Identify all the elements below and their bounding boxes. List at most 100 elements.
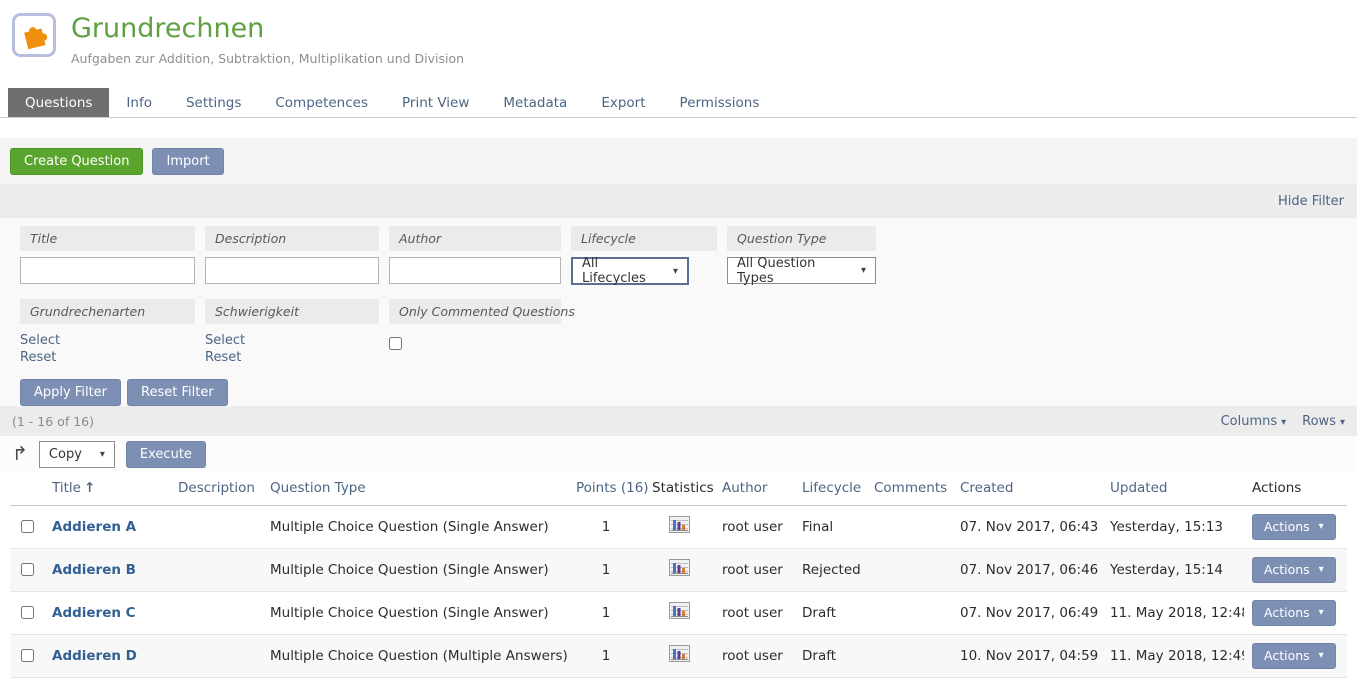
question-points: 1 <box>568 591 644 634</box>
question-type-select-value: All Question Types <box>737 256 852 286</box>
sort-ascending-icon: ↑ <box>84 480 95 496</box>
question-updated: 11. May 2018, 12:48 <box>1102 591 1244 634</box>
tab-metadata[interactable]: Metadata <box>486 88 584 117</box>
tab-settings[interactable]: Settings <box>169 88 258 117</box>
row-checkbox[interactable] <box>21 520 34 533</box>
statistics-icon[interactable] <box>669 645 690 662</box>
reset-filter-button[interactable]: Reset Filter <box>127 379 228 406</box>
row-actions-button[interactable]: Actions ▾ <box>1252 643 1336 669</box>
filter-author-input[interactable] <box>389 257 561 284</box>
page-subtitle: Aufgaben zur Addition, Subtraktion, Mult… <box>71 51 464 66</box>
table-body: Addieren A Multiple Choice Question (Sin… <box>10 505 1347 677</box>
filter-label-schwierigkeit: Schwierigkeit <box>205 299 379 324</box>
chevron-down-icon: ▾ <box>1319 607 1324 618</box>
execute-button[interactable]: Execute <box>126 441 206 468</box>
apply-to-selected-icon: ↱ <box>12 445 28 464</box>
grundrechenarten-reset-link[interactable]: Reset <box>20 350 195 367</box>
rows-dropdown[interactable]: Rows▾ <box>1302 414 1345 429</box>
select-all-column-header <box>10 472 44 505</box>
question-created: 07. Nov 2017, 06:46 <box>952 548 1102 591</box>
row-checkbox[interactable] <box>21 563 34 576</box>
questions-table: Title↑ Description Question Type Points (16… <box>10 472 1347 678</box>
question-created: 07. Nov 2017, 06:43 <box>952 505 1102 548</box>
column-header-lifecycle[interactable]: Lifecycle <box>802 480 861 496</box>
dropdown-caret-icon: ▾ <box>673 266 678 277</box>
column-header-created[interactable]: Created <box>960 480 1013 496</box>
question-description <box>170 591 262 634</box>
tab-competences[interactable]: Competences <box>258 88 385 117</box>
chevron-down-icon: ▾ <box>1340 417 1345 428</box>
apply-filter-button[interactable]: Apply Filter <box>20 379 121 406</box>
row-checkbox[interactable] <box>21 649 34 662</box>
question-author: root user <box>714 591 794 634</box>
filter-label-lifecycle: Lifecycle <box>571 226 717 251</box>
question-comments <box>866 505 952 548</box>
column-header-updated[interactable]: Updated <box>1110 480 1167 496</box>
statistics-icon[interactable] <box>669 516 690 533</box>
question-title-link[interactable]: Addieren A <box>52 519 136 535</box>
question-title-link[interactable]: Addieren B <box>52 562 136 578</box>
question-points: 1 <box>568 548 644 591</box>
columns-dropdown[interactable]: Columns▾ <box>1221 414 1287 429</box>
tab-permissions[interactable]: Permissions <box>663 88 777 117</box>
result-range-label: (1 - 16 of 16) <box>12 414 94 429</box>
dropdown-caret-icon: ▾ <box>861 265 866 276</box>
question-author: root user <box>714 505 794 548</box>
bulk-action-select[interactable]: Copy ▾ <box>39 441 115 468</box>
filter-header: Hide Filter <box>0 184 1357 218</box>
grundrechenarten-select-link[interactable]: Select <box>20 333 195 350</box>
table-row: Addieren B Multiple Choice Question (Sin… <box>10 548 1347 591</box>
question-points: 1 <box>568 505 644 548</box>
toolbar: Create Question Import <box>0 138 1357 184</box>
only-commented-checkbox[interactable] <box>389 337 402 350</box>
table-row: Addieren C Multiple Choice Question (Sin… <box>10 591 1347 634</box>
row-actions-label: Actions <box>1264 519 1310 534</box>
tab-questions[interactable]: Questions <box>8 88 109 117</box>
column-header-stats: Statistics <box>652 480 714 496</box>
filter-label-description: Description <box>205 226 379 251</box>
lifecycle-select[interactable]: All Lifecycles ▾ <box>571 257 689 285</box>
row-actions-button[interactable]: Actions ▾ <box>1252 600 1336 626</box>
create-question-button[interactable]: Create Question <box>10 148 143 175</box>
schwierigkeit-reset-link[interactable]: Reset <box>205 350 379 367</box>
column-header-qtype[interactable]: Question Type <box>270 480 366 496</box>
column-header-comments[interactable]: Comments <box>874 480 947 496</box>
row-actions-label: Actions <box>1264 648 1310 663</box>
filter-label-only-commented: Only Commented Questions <box>389 299 561 324</box>
row-actions-button[interactable]: Actions ▾ <box>1252 514 1336 540</box>
schwierigkeit-select-link[interactable]: Select <box>205 333 379 350</box>
statistics-icon[interactable] <box>669 602 690 619</box>
bulk-action-row: ↱ Copy ▾ Execute <box>0 436 1357 472</box>
filter-title-input[interactable] <box>20 257 195 284</box>
row-checkbox[interactable] <box>21 606 34 619</box>
lifecycle-select-value: All Lifecycles <box>582 256 664 286</box>
question-description <box>170 505 262 548</box>
tab-bar: QuestionsInfoSettingsCompetencesPrint Vi… <box>0 88 1357 118</box>
hide-filter-link[interactable]: Hide Filter <box>1278 194 1344 209</box>
question-type-select[interactable]: All Question Types ▾ <box>727 257 876 284</box>
bulk-action-value: Copy <box>49 447 82 462</box>
column-header-actions: Actions <box>1252 480 1301 496</box>
question-lifecycle: Rejected <box>794 548 866 591</box>
question-created: 10. Nov 2017, 04:59 <box>952 634 1102 677</box>
tab-export[interactable]: Export <box>584 88 662 117</box>
statistics-icon[interactable] <box>669 559 690 576</box>
table-row: Addieren A Multiple Choice Question (Sin… <box>10 505 1347 548</box>
row-actions-button[interactable]: Actions ▾ <box>1252 557 1336 583</box>
column-header-title[interactable]: Title <box>52 480 81 496</box>
question-title-link[interactable]: Addieren D <box>52 648 137 664</box>
row-actions-label: Actions <box>1264 605 1310 620</box>
column-header-points[interactable]: Points (16) <box>576 480 649 496</box>
chevron-down-icon: ▾ <box>1319 650 1324 661</box>
question-title-link[interactable]: Addieren C <box>52 605 136 621</box>
column-header-description[interactable]: Description <box>178 480 255 496</box>
question-updated: Yesterday, 15:13 <box>1102 505 1244 548</box>
import-button[interactable]: Import <box>152 148 223 175</box>
tab-print-view[interactable]: Print View <box>385 88 486 117</box>
question-updated: Yesterday, 15:14 <box>1102 548 1244 591</box>
tab-info[interactable]: Info <box>109 88 169 117</box>
column-header-author[interactable]: Author <box>722 480 767 496</box>
table-row: Addieren D Multiple Choice Question (Mul… <box>10 634 1347 677</box>
filter-description-input[interactable] <box>205 257 379 284</box>
question-description <box>170 634 262 677</box>
